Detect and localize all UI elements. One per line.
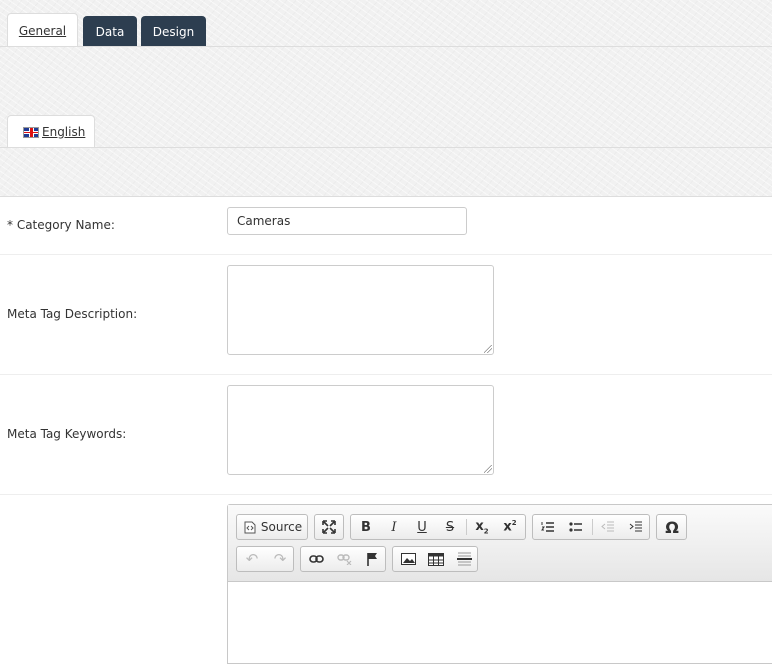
meta-description-label: Meta Tag Description: <box>7 307 138 321</box>
maximize-button[interactable] <box>317 515 341 539</box>
category-name-input[interactable] <box>227 207 467 235</box>
strikethrough-icon: S <box>445 519 455 535</box>
basic-styles-group: B I U S x2 x2 <box>350 514 526 540</box>
redo-button[interactable]: ↷ <box>267 547 293 571</box>
horizontal-rule-icon <box>456 552 472 566</box>
language-label: English <box>42 125 86 139</box>
link-icon <box>308 555 324 563</box>
resize-handle[interactable] <box>484 345 492 353</box>
superscript-icon: x2 <box>503 519 517 535</box>
meta-keywords-label: Meta Tag Keywords: <box>7 427 127 441</box>
bulleted-list-icon <box>569 521 582 532</box>
superscript-button[interactable]: x2 <box>497 515 523 539</box>
source-group: Source <box>236 514 308 540</box>
special-char-icon: Ω <box>665 517 679 537</box>
tab-data[interactable]: Data <box>83 16 137 47</box>
subscript-button[interactable]: x2 <box>469 515 495 539</box>
bold-icon: B <box>361 519 371 535</box>
tab-design[interactable]: Design <box>141 16 206 47</box>
redo-icon: ↷ <box>273 550 287 568</box>
anchor-button[interactable] <box>359 547 385 571</box>
image-button[interactable] <box>395 547 421 571</box>
maximize-group <box>314 514 344 540</box>
resize-handle[interactable] <box>484 465 492 473</box>
source-icon <box>244 521 256 533</box>
undo-icon: ↶ <box>245 550 259 568</box>
image-icon <box>400 553 416 565</box>
special-char-group: Ω <box>656 514 687 540</box>
row-divider <box>0 374 772 375</box>
underline-button[interactable]: U <box>409 515 435 539</box>
editor-content-area[interactable] <box>228 582 772 663</box>
list-group <box>532 514 650 540</box>
row-divider <box>0 254 772 255</box>
link-group <box>300 546 386 572</box>
insert-group <box>392 546 478 572</box>
uk-flag-icon <box>23 126 39 138</box>
undo-button[interactable]: ↶ <box>239 547 265 571</box>
unlink-button[interactable] <box>331 547 357 571</box>
anchor-icon <box>367 553 377 566</box>
bulleted-list-button[interactable] <box>563 515 589 539</box>
italic-button[interactable]: I <box>381 515 407 539</box>
bold-button[interactable]: B <box>353 515 379 539</box>
numbered-list-icon <box>541 521 554 532</box>
subscript-icon: x2 <box>475 518 489 536</box>
maximize-icon <box>322 520 336 534</box>
source-button[interactable]: Source <box>239 515 307 539</box>
unlink-icon <box>336 554 351 565</box>
meta-description-textarea[interactable] <box>227 265 494 355</box>
outdent-icon <box>601 521 614 531</box>
table-button[interactable] <box>423 547 449 571</box>
category-name-label: * Category Name: <box>7 218 115 232</box>
tabs-divider <box>0 46 772 47</box>
form-top-divider <box>0 196 772 197</box>
source-label: Source <box>260 520 303 534</box>
numbered-list-button[interactable] <box>535 515 561 539</box>
language-tabs-divider <box>0 147 772 148</box>
toolbar-separator <box>592 519 593 535</box>
row-divider <box>0 494 772 495</box>
undo-group: ↶ ↷ <box>236 546 294 572</box>
link-button[interactable] <box>303 547 329 571</box>
strikethrough-button[interactable]: S <box>437 515 463 539</box>
toolbar-separator <box>466 519 467 535</box>
table-icon <box>428 552 444 566</box>
italic-icon: I <box>391 519 397 535</box>
editor-toolbar: Source B I U S x2 x2 Ω ↶ ↷ <box>228 505 772 582</box>
tab-language-english[interactable]: English <box>7 115 95 148</box>
indent-button[interactable] <box>623 515 649 539</box>
meta-keywords-textarea[interactable] <box>227 385 494 475</box>
underline-icon: U <box>417 519 427 535</box>
description-editor: Source B I U S x2 x2 Ω ↶ ↷ <box>227 504 772 664</box>
indent-icon <box>629 521 642 531</box>
horizontal-rule-button[interactable] <box>451 547 477 571</box>
tab-general[interactable]: General <box>7 13 78 47</box>
outdent-button[interactable] <box>595 515 621 539</box>
special-char-button[interactable]: Ω <box>659 515 685 539</box>
